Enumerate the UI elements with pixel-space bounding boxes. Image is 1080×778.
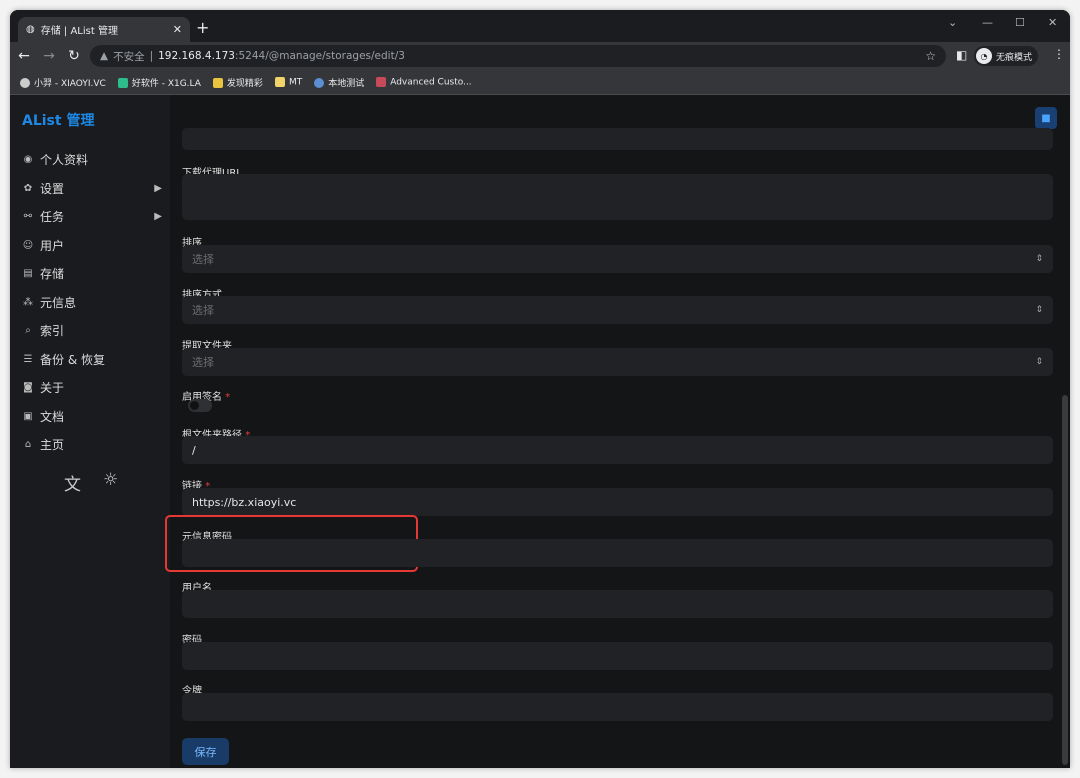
workflow-icon: ⚯ xyxy=(23,210,33,222)
previous-select[interactable] xyxy=(182,128,1053,150)
sun-icon[interactable]: ☼ xyxy=(103,470,118,495)
storage-icon: ▤ xyxy=(23,267,33,279)
sidebar-item-docs[interactable]: ▣ 文档 xyxy=(22,406,162,426)
select-chevron-icon: ⇕ xyxy=(1035,305,1043,315)
sidebar: AList 管理 ◉ 个人资料 ✿ 设置 ▶ ⚯ 任务 ▶ ☺ 用户 ▤ 存储 ⁂ 元信息 ⌕ 索… xyxy=(10,95,170,768)
user-circle-icon: ☺ xyxy=(22,239,34,251)
gear-icon: ✿ xyxy=(23,182,33,194)
bookmark[interactable]: 本地测试 xyxy=(314,76,364,89)
close-tab-icon[interactable]: ✕ xyxy=(173,23,182,36)
bookmark[interactable]: 好软件 - X1G.LA xyxy=(117,76,201,89)
sidebar-item-profile[interactable]: ◉ 个人资料 xyxy=(22,149,162,169)
tab-title: 存储 | AList 管理 xyxy=(40,26,118,37)
order-by-select[interactable]: 选择 ⇕ xyxy=(182,245,1053,273)
token-input[interactable] xyxy=(182,693,1053,721)
sidebar-item-home[interactable]: ⌂ 主页 xyxy=(22,434,162,454)
meta-password-input[interactable] xyxy=(182,539,1053,567)
password-input[interactable] xyxy=(182,642,1053,670)
info-icon: ◙ xyxy=(23,381,33,393)
bookmark[interactable]: MT xyxy=(274,76,302,87)
storage-edit-form: 下载代理URL 排序 选择⇕ 排序方式 选择⇕ 提取文件夹 选择⇕ 启用签名 *… xyxy=(165,128,1063,768)
incognito-icon: ◔ xyxy=(976,48,992,64)
fingerprint-icon: ◉ xyxy=(23,153,33,165)
brand-title[interactable]: AList 管理 xyxy=(22,110,94,130)
globe-icon: ◍ xyxy=(26,24,35,35)
close-window-button[interactable]: ✕ xyxy=(1048,16,1057,29)
sidebar-item-users[interactable]: ☺ 用户 xyxy=(22,235,162,255)
select-chevron-icon: ⇕ xyxy=(1035,357,1043,367)
bookmark[interactable]: 小羿 - XIAOYI.VC xyxy=(20,76,106,89)
select-chevron-icon: ⇕ xyxy=(1035,254,1043,264)
download-proxy-url-textarea[interactable] xyxy=(182,174,1053,220)
profile-label: 无痕模式 xyxy=(996,52,1033,63)
enable-sign-toggle[interactable] xyxy=(188,399,212,412)
order-direction-select[interactable]: 选择 ⇕ xyxy=(182,296,1053,324)
tab-active[interactable]: ◍ 存储 | AList 管理 ✕ xyxy=(18,17,190,42)
sidebar-item-backup[interactable]: ☰ 备份 & 恢复 xyxy=(22,349,162,369)
back-icon[interactable]: ← xyxy=(13,48,35,64)
sidebar-item-about[interactable]: ◙ 关于 xyxy=(22,377,162,397)
expand-arrow-icon: ▶ xyxy=(154,182,162,194)
security-label: 不安全 xyxy=(113,50,145,63)
sidebar-item-storages[interactable]: ▤ 存储 xyxy=(22,263,162,283)
extract-folder-select[interactable]: 选择 ⇕ xyxy=(182,348,1053,376)
root-folder-path-input[interactable]: / xyxy=(182,436,1053,464)
bookmark[interactable]: Advanced Custo... xyxy=(376,76,472,87)
reload-icon[interactable]: ↻ xyxy=(63,48,85,64)
expand-arrow-icon: ▶ xyxy=(154,210,162,222)
save-button[interactable]: 保存 xyxy=(182,738,229,765)
bookmark[interactable]: 发现精彩 xyxy=(212,76,263,89)
page: AList 管理 ◉ 个人资料 ✿ 设置 ▶ ⚯ 任务 ▶ ☺ 用户 ▤ 存储 ⁂ 元信息 ⌕ 索… xyxy=(10,95,1070,768)
side-panel-icon[interactable]: ◧ xyxy=(956,48,967,62)
link-input[interactable]: https://bz.xiaoyi.vc xyxy=(182,488,1053,516)
home-icon: ⌂ xyxy=(24,438,32,450)
search-icon: ⌕ xyxy=(25,324,31,336)
sidebar-item-tasks[interactable]: ⚯ 任务 ▶ xyxy=(22,206,162,226)
url-host: 192.168.4.173 xyxy=(158,50,235,62)
tab-bar: ◍ 存储 | AList 管理 ✕ + ⌄ — ☐ ✕ xyxy=(10,10,1070,42)
address-bar[interactable]: ▲ 不安全 | 192.168.4.173:5244/@manage/storag… xyxy=(90,45,946,67)
scrollbar[interactable] xyxy=(1062,395,1068,765)
toolbar: ← → ↻ ▲ 不安全 | 192.168.4.173:5244/@manage/… xyxy=(10,42,1070,70)
forward-icon[interactable]: → xyxy=(38,48,60,64)
username-input[interactable] xyxy=(182,590,1053,618)
url-path: :5244/@manage/storages/edit/3 xyxy=(234,50,405,62)
sidebar-item-meta[interactable]: ⁂ 元信息 xyxy=(22,292,162,312)
warning-icon: ▲ xyxy=(100,50,109,62)
tab-search-icon[interactable]: ⌄ xyxy=(948,16,957,29)
logout-button[interactable]: ■ xyxy=(1035,107,1057,129)
browser-window: ◍ 存储 | AList 管理 ✕ + ⌄ — ☐ ✕ ← → ↻ ▲ 不安全 |… xyxy=(10,10,1070,768)
language-icon[interactable]: 文 xyxy=(64,470,81,495)
new-tab-button[interactable]: + xyxy=(196,18,209,37)
bookmark-star-icon[interactable]: ☆ xyxy=(925,49,936,63)
bookmarks-bar: 小羿 - XIAOYI.VC 好软件 - X1G.LA 发现精彩 MT 本地测试… xyxy=(10,70,1070,95)
menu-icon[interactable]: ⋮ xyxy=(1053,47,1065,61)
database-icon: ☰ xyxy=(23,353,33,365)
maximize-button[interactable]: ☐ xyxy=(1015,16,1025,29)
book-icon: ▣ xyxy=(23,410,33,422)
incognito-profile-button[interactable]: ◔ 无痕模式 xyxy=(974,46,1039,66)
sidebar-item-index[interactable]: ⌕ 索引 xyxy=(22,320,162,340)
sidebar-item-settings[interactable]: ✿ 设置 ▶ xyxy=(22,178,162,198)
meta-icon: ⁂ xyxy=(23,296,33,308)
minimize-button[interactable]: — xyxy=(982,16,993,29)
logout-icon: ■ xyxy=(1041,112,1051,124)
